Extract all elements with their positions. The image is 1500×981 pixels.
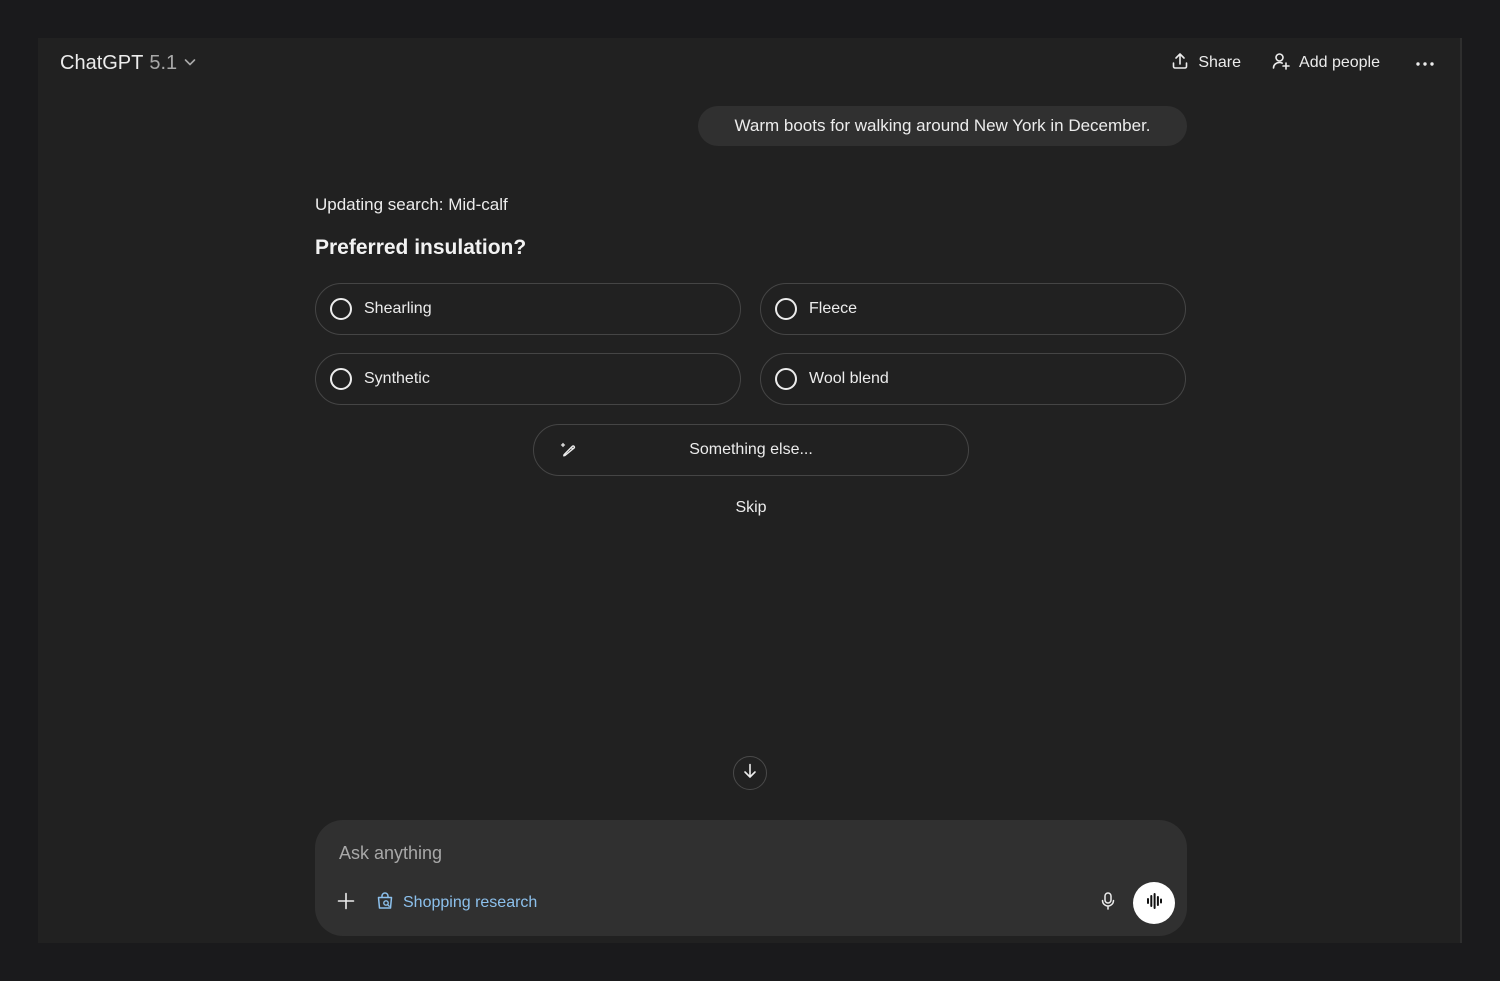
chat-window: ChatGPT 5.1 Share Add people Warm boots … — [38, 38, 1462, 943]
add-people-button[interactable]: Add people — [1271, 51, 1380, 76]
radio-icon — [775, 368, 797, 390]
arrow-down-icon — [741, 762, 759, 785]
something-else-button[interactable]: Something else... — [533, 424, 969, 476]
add-person-icon — [1271, 51, 1291, 76]
pencil-icon — [560, 441, 578, 464]
add-people-label: Add people — [1299, 54, 1380, 71]
user-message-bubble: Warm boots for walking around New York i… — [698, 106, 1187, 146]
share-icon — [1170, 51, 1190, 76]
voice-mode-button[interactable] — [1133, 882, 1175, 924]
composer: Shopping research — [315, 820, 1187, 936]
plus-icon — [336, 891, 356, 916]
prompt-input[interactable] — [337, 838, 1101, 868]
more-options-button[interactable] — [1410, 48, 1440, 78]
scroll-to-bottom-button[interactable] — [733, 756, 767, 790]
option-label: Wool blend — [809, 370, 889, 387]
shopping-research-chip[interactable]: Shopping research — [375, 890, 537, 916]
header-actions: Share Add people — [1170, 48, 1440, 78]
share-label: Share — [1198, 54, 1242, 71]
model-picker[interactable]: ChatGPT 5.1 — [54, 48, 203, 78]
top-bar: ChatGPT 5.1 Share Add people — [38, 38, 1460, 88]
dictate-button[interactable] — [1095, 890, 1121, 916]
model-version: 5.1 — [149, 51, 178, 74]
option-label: Shearling — [364, 300, 432, 317]
skip-button[interactable]: Skip — [711, 499, 791, 517]
option-label: Synthetic — [364, 370, 430, 387]
add-attachment-button[interactable] — [333, 890, 359, 916]
radio-icon — [330, 298, 352, 320]
search-status: Updating search: Mid-calf — [315, 195, 508, 214]
option-shearling[interactable]: Shearling — [315, 283, 741, 335]
something-else-label: Something else... — [689, 441, 813, 458]
option-synthetic[interactable]: Synthetic — [315, 353, 741, 405]
shopping-bag-icon — [375, 891, 395, 916]
radio-icon — [330, 368, 352, 390]
voice-waveform-icon — [1144, 891, 1164, 916]
radio-icon — [775, 298, 797, 320]
option-label: Fleece — [809, 300, 858, 317]
chevron-down-icon — [183, 52, 197, 75]
option-fleece[interactable]: Fleece — [760, 283, 1186, 335]
question-heading: Preferred insulation? — [315, 236, 527, 259]
model-name: ChatGPT — [60, 51, 144, 74]
share-button[interactable]: Share — [1170, 51, 1241, 76]
more-dots-icon — [1415, 54, 1435, 72]
shopping-research-label: Shopping research — [403, 894, 538, 911]
option-wool-blend[interactable]: Wool blend — [760, 353, 1186, 405]
microphone-icon — [1098, 891, 1118, 916]
